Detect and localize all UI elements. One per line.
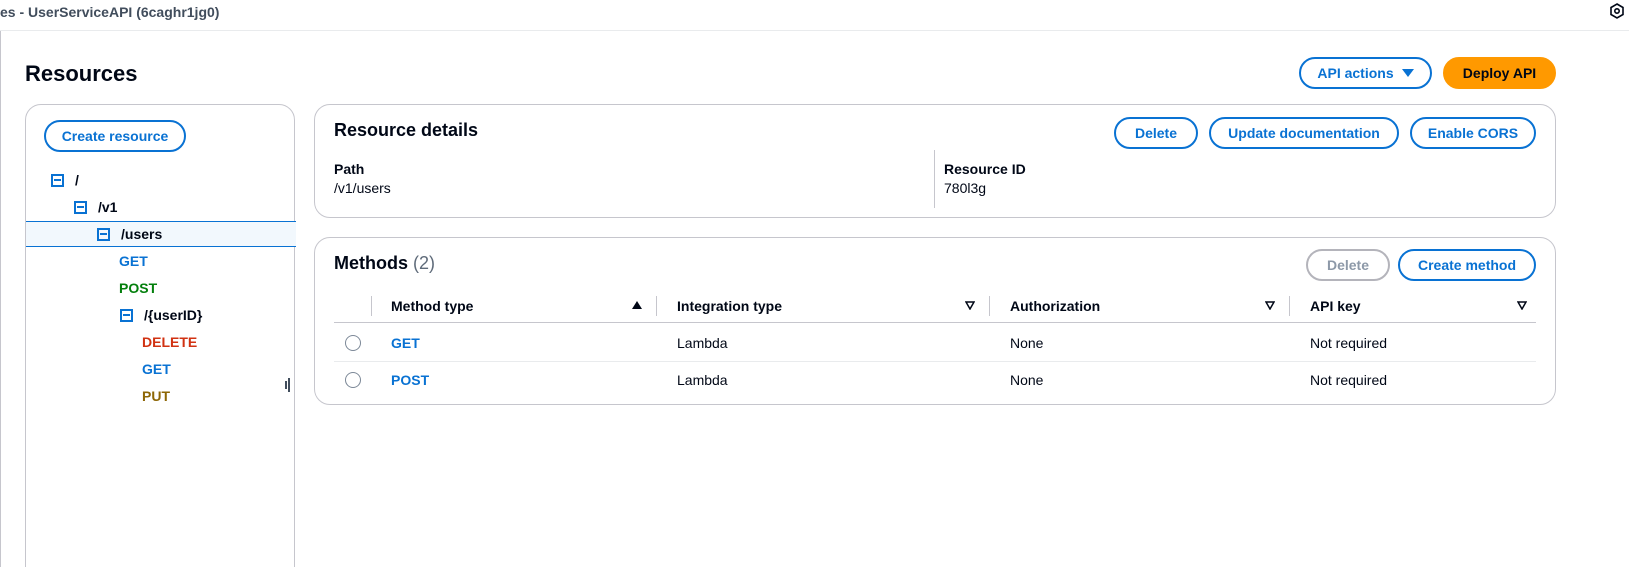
- row-select-radio[interactable]: [345, 372, 361, 388]
- tree-method-users-post[interactable]: POST: [26, 275, 296, 301]
- caret-down-icon: [1401, 69, 1414, 77]
- integration-type-cell: Lambda: [677, 335, 728, 351]
- authorization-cell: None: [1010, 372, 1044, 388]
- column-separator: [656, 296, 657, 316]
- sort-ascending-icon[interactable]: [632, 301, 642, 309]
- path-label: Path: [334, 161, 365, 177]
- create-method-button[interactable]: Create method: [1398, 249, 1536, 281]
- collapse-icon[interactable]: [97, 227, 110, 241]
- sort-unsorted-icon[interactable]: [1265, 301, 1275, 310]
- sort-unsorted-icon[interactable]: [1517, 301, 1527, 310]
- tree-method-label: PUT: [142, 388, 170, 404]
- integration-type-cell: Lambda: [677, 372, 728, 388]
- method-type-link[interactable]: POST: [391, 372, 429, 388]
- collapse-icon[interactable]: [51, 173, 64, 187]
- tree-node-label: /{userID}: [144, 307, 203, 323]
- collapse-icon[interactable]: [120, 308, 133, 322]
- tree-node-root[interactable]: /: [26, 167, 296, 193]
- column-header-integration-type[interactable]: Integration type: [677, 296, 782, 316]
- tree-method-userid-get[interactable]: GET: [26, 356, 296, 382]
- resource-id-value: 780l3g: [944, 180, 987, 196]
- path-value: /v1/users: [334, 180, 391, 196]
- tree-node-label: /users: [121, 226, 163, 242]
- tree-node-label: /v1: [98, 199, 118, 215]
- update-documentation-button[interactable]: Update documentation: [1209, 117, 1399, 149]
- column-header-api-key[interactable]: API key: [1310, 296, 1361, 316]
- column-separator: [989, 296, 990, 316]
- tree-method-label: GET: [119, 253, 148, 269]
- tree-node-users[interactable]: /users: [26, 221, 296, 247]
- column-header-label: Authorization: [1010, 298, 1101, 314]
- deploy-api-button[interactable]: Deploy API: [1443, 57, 1556, 89]
- authorization-cell: None: [1010, 335, 1044, 351]
- tree-method-users-get[interactable]: GET: [26, 248, 296, 274]
- tree-method-userid-delete[interactable]: DELETE: [26, 329, 296, 355]
- api-actions-button[interactable]: API actions: [1299, 57, 1432, 89]
- tree-method-label: POST: [119, 280, 158, 296]
- sort-unsorted-icon[interactable]: [965, 301, 975, 310]
- tree-node-userid[interactable]: /{userID}: [26, 302, 296, 328]
- row-select-radio[interactable]: [345, 335, 361, 351]
- tree-method-userid-put[interactable]: PUT: [26, 383, 296, 409]
- api-actions-label: API actions: [1317, 65, 1394, 81]
- details-divider: [934, 150, 935, 208]
- tree-method-label: DELETE: [142, 334, 198, 350]
- column-separator: [371, 296, 372, 316]
- page-title: Resources: [25, 61, 138, 86]
- resource-tree-panel: Create resource / /v1 /users GET POST /{…: [25, 104, 296, 567]
- resource-id-label: Resource ID: [944, 161, 1026, 177]
- column-header-method-type[interactable]: Method type: [391, 296, 473, 316]
- collapse-icon[interactable]: [74, 200, 87, 214]
- tree-node-v1[interactable]: /v1: [26, 194, 296, 220]
- column-header-authorization[interactable]: Authorization: [1010, 296, 1100, 316]
- delete-method-button[interactable]: Delete: [1306, 249, 1390, 281]
- delete-resource-button[interactable]: Delete: [1114, 117, 1198, 149]
- method-type-link[interactable]: GET: [391, 335, 420, 351]
- table-header-divider: [334, 322, 1536, 323]
- column-header-label: Method type: [391, 298, 474, 314]
- window-title: es - UserServiceAPI (6caghr1jg0): [0, 4, 220, 20]
- enable-cors-button[interactable]: Enable CORS: [1410, 117, 1536, 149]
- tree-node-label: /: [75, 172, 79, 188]
- methods-count: (2): [413, 253, 436, 273]
- resource-details-title: Resource details: [334, 120, 479, 140]
- column-header-label: API key: [1310, 298, 1361, 314]
- api-key-cell: Not required: [1310, 372, 1388, 388]
- panel-resize-handle[interactable]: [284, 378, 292, 392]
- table-row-divider: [334, 361, 1536, 362]
- api-key-cell: Not required: [1310, 335, 1388, 351]
- hexagon-settings-icon[interactable]: [1609, 3, 1625, 19]
- column-header-label: Integration type: [677, 298, 783, 314]
- methods-title: Methods (2): [334, 253, 435, 274]
- create-resource-button[interactable]: Create resource: [44, 120, 186, 152]
- methods-title-text: Methods: [334, 253, 408, 273]
- window-title-bar: es - UserServiceAPI (6caghr1jg0): [0, 0, 1629, 31]
- column-separator: [1289, 296, 1290, 316]
- tree-method-label: GET: [142, 361, 171, 377]
